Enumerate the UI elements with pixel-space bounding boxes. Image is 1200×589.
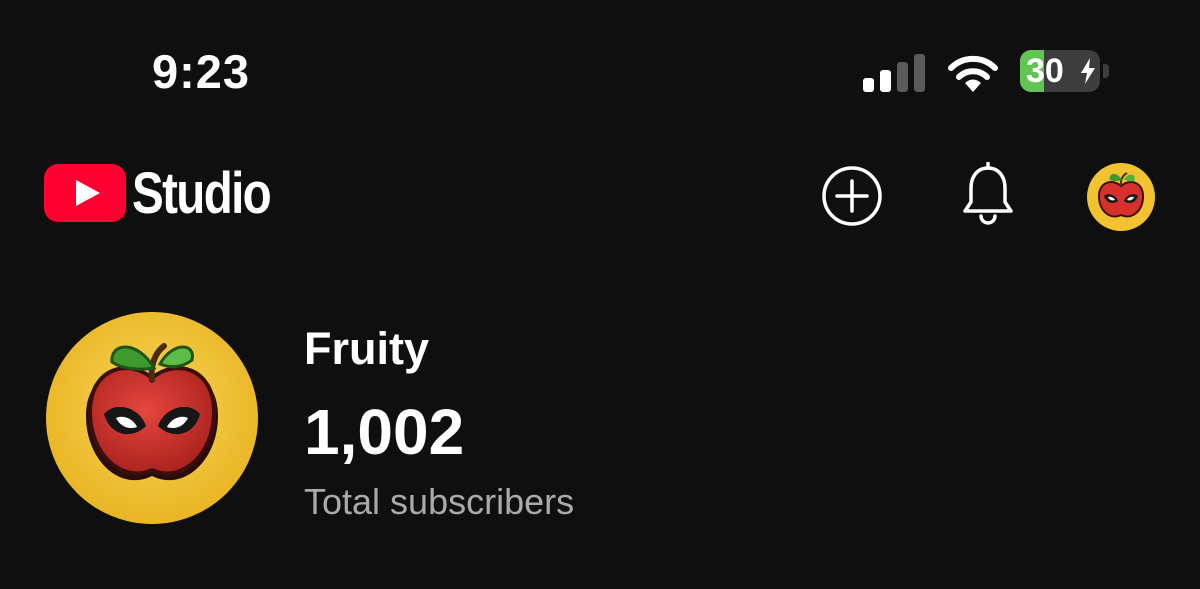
battery-charging-icon: 30 [1020,50,1112,92]
battery-nub [1103,64,1109,78]
status-bar: 9:23 30 [0,0,1200,140]
status-time: 9:23 [152,45,251,98]
channel-name: Fruity [304,323,430,374]
app-header: Studio [0,140,1200,250]
bell-icon [963,161,1013,225]
battery-level: 30 [1026,52,1064,90]
cellular-signal-icon [863,54,925,92]
account-button[interactable] [1086,162,1156,232]
subscriber-count: 1,002 [304,396,465,468]
channel-summary: Fruity 1,002 Total subscribers [0,300,1200,540]
subscriber-label: Total subscribers [304,481,575,522]
app-title: Studio [132,161,272,226]
plus-circle-icon [822,166,882,226]
youtube-logo-icon[interactable] [44,164,126,222]
avatar-icon [1087,163,1155,231]
notifications-button[interactable] [956,161,1020,228]
battery-body: 30 [1020,50,1100,92]
charging-bolt-icon [1081,58,1095,84]
wifi-icon [948,55,998,92]
channel-avatar[interactable] [46,312,258,524]
create-button[interactable] [820,164,884,228]
